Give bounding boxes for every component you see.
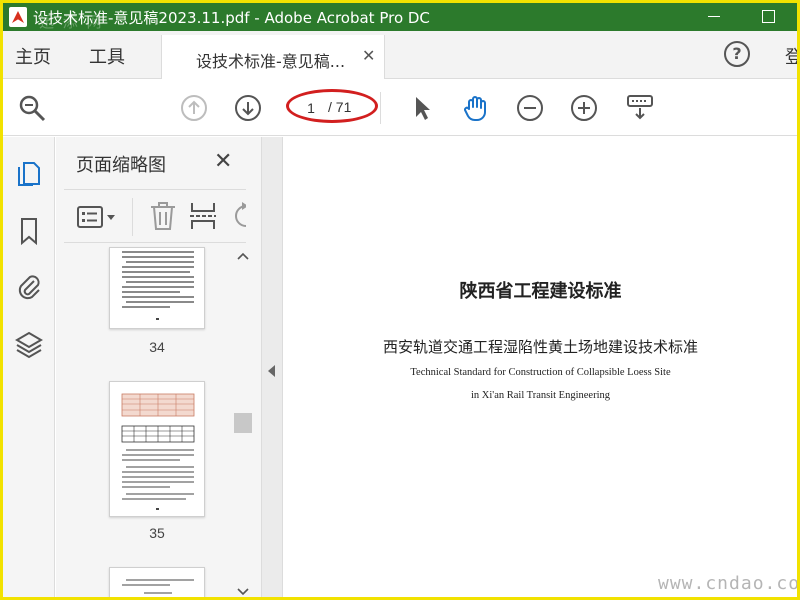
title-bar: 设技术标准-意见稿2023.11.pdf - Adobe Acrobat Pro… (3, 3, 797, 31)
collapse-panel-icon[interactable] (268, 365, 275, 377)
menu-tools[interactable]: 工具 (89, 43, 125, 69)
document-heading: 陕西省工程建设标准 (459, 281, 622, 302)
help-icon[interactable]: ? (724, 41, 750, 67)
keyboard-zoom-icon[interactable] (625, 93, 655, 123)
delete-page-icon[interactable] (148, 200, 178, 232)
scrollbar-thumb[interactable] (234, 413, 252, 433)
close-tab-icon[interactable]: ✕ (362, 46, 375, 65)
document-tab-label: 设技术标准-意见稿... (196, 52, 346, 71)
watermark-top: 迅 添 网 (39, 13, 104, 31)
zoom-in-icon[interactable] (569, 93, 599, 123)
page-total: / 71 (328, 99, 352, 115)
page-thumbnail[interactable] (109, 247, 205, 329)
maximize-button[interactable] (753, 5, 783, 27)
attachment-icon[interactable] (13, 271, 45, 303)
page-number-input[interactable] (296, 97, 326, 119)
insert-page-icon[interactable] (188, 200, 218, 232)
next-page-icon[interactable] (233, 93, 263, 123)
tools-divider (132, 198, 133, 236)
document-subtitle: 西安轨道交通工程湿陷性黄土场地建设技术标准 (382, 338, 698, 356)
previous-page-icon[interactable] (179, 93, 209, 123)
zoom-out-icon[interactable] (515, 93, 545, 123)
options-menu-icon[interactable] (76, 202, 120, 232)
panel-splitter[interactable] (261, 137, 283, 597)
page-navigator: / 71 (284, 94, 380, 122)
minimize-button[interactable] (699, 5, 729, 27)
main-toolbar: / 71 (3, 80, 797, 136)
scroll-down-icon[interactable] (237, 587, 249, 597)
bookmark-icon[interactable] (13, 215, 45, 247)
document-view: 陕西省工程建设标准 西安轨道交通工程湿陷性黄土场地建设技术标准 Technica… (284, 137, 797, 597)
scroll-up-icon[interactable] (237, 251, 249, 261)
left-navigation-rail (3, 137, 55, 597)
thumbnail-tools (64, 189, 246, 243)
page-thumbnails-icon[interactable] (13, 157, 45, 189)
document-english-title-line1: Technical Standard for Construction of C… (410, 367, 671, 378)
watermark-bottom: www.cndao.com (658, 573, 800, 594)
sign-in-link[interactable]: 登 (785, 43, 797, 69)
menu-bar: 主页 工具 设技术标准-意见稿... ✕ ? 登 (3, 31, 797, 79)
thumbnail-scrollbar[interactable] (234, 247, 252, 597)
hand-tool-icon[interactable] (461, 93, 491, 123)
rotate-page-icon[interactable] (230, 200, 246, 232)
thumbnail-page-number: 34 (149, 339, 165, 355)
search-zoom-icon[interactable] (17, 93, 47, 123)
menu-home[interactable]: 主页 (15, 43, 51, 69)
toolbar-divider (380, 92, 381, 124)
page-thumbnail[interactable] (109, 381, 205, 517)
document-tab[interactable]: 设技术标准-意见稿... ✕ (161, 35, 385, 79)
layers-icon[interactable] (13, 329, 45, 361)
app-window: 设技术标准-意见稿2023.11.pdf - Adobe Acrobat Pro… (0, 0, 800, 600)
document-english-title-line2: in Xi'an Rail Transit Engineering (471, 390, 610, 401)
panel-title: 页面缩略图 (76, 155, 166, 176)
page-thumbnail[interactable] (109, 567, 205, 597)
thumbnail-page-number: 35 (149, 525, 165, 541)
page-thumbnails-panel: 页面缩略图 ✕ 34 35 (56, 137, 261, 597)
select-pointer-icon[interactable] (407, 93, 437, 123)
close-panel-icon[interactable]: ✕ (214, 149, 232, 174)
acrobat-app-icon (9, 7, 27, 27)
